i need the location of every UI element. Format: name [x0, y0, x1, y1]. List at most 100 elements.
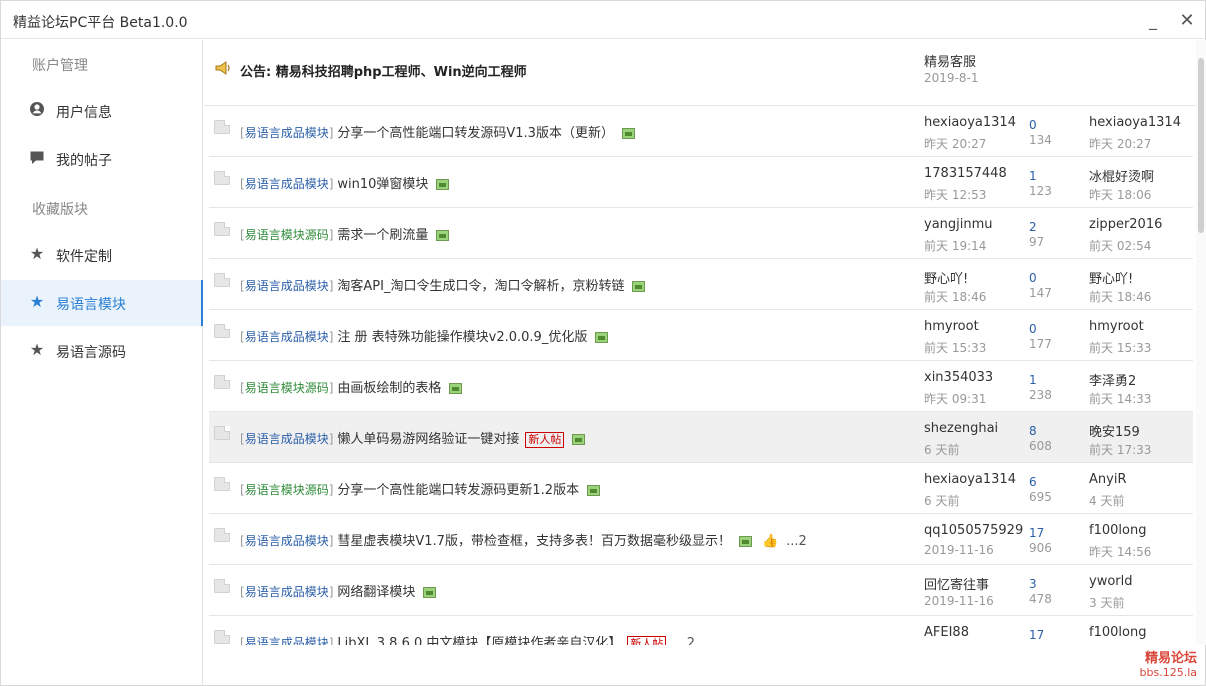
image-attachment-icon	[423, 587, 437, 598]
post-row[interactable]: [易语言模块源码] 分享一个高性能端口转发源码更新1.2版本 hexiaoya131…	[209, 463, 1193, 514]
post-row[interactable]: [易语言模块源码] 需求一个刷流量 yangjinmu 前天 19:14 2 97 zipp…	[209, 208, 1193, 259]
minimize-button[interactable]: _	[1141, 9, 1165, 33]
announcement-text: 公告: 精易科技招聘php工程师、Win逆向工程师	[240, 65, 527, 80]
post-category-link[interactable]: 易语言模块源码	[245, 381, 329, 395]
page-link[interactable]: ...2	[674, 636, 695, 645]
last-reply-user[interactable]: f100long	[1089, 523, 1146, 538]
post-row[interactable]: [易语言成品模块] 懒人单码易游网络验证一键对接 新人帖 shezenghai 6 天前…	[209, 412, 1193, 463]
image-attachment-icon	[621, 128, 635, 139]
scrollbar-thumb[interactable]	[1198, 58, 1204, 233]
post-row[interactable]: [易语言成品模块] 分享一个高性能端口转发源码V1.3版本（更新） hexiaoya…	[209, 106, 1193, 157]
post-author[interactable]: 回忆寄往事	[924, 574, 989, 593]
document-icon	[214, 375, 230, 389]
view-count: 147	[1029, 286, 1052, 300]
sidebar-item-my-posts[interactable]: 我的帖子	[1, 136, 203, 182]
post-row[interactable]: [易语言成品模块] 淘客API_淘口令生成口令，淘口令解析，京粉转链 野心吖! 前天 …	[209, 259, 1193, 310]
post-author[interactable]: 1783157448	[924, 166, 1007, 181]
post-title-link[interactable]: 淘客API_淘口令生成口令，淘口令解析，京粉转链	[337, 279, 624, 294]
post-author[interactable]: yangjinmu	[924, 217, 993, 232]
last-reply-time: 昨天 14:56	[1089, 545, 1152, 559]
post-category-link[interactable]: 易语言模块源码	[245, 228, 329, 242]
last-reply-user[interactable]: hexiaoya1314	[1089, 115, 1181, 130]
reply-count: 0	[1029, 322, 1037, 336]
post-row[interactable]: [易语言成品模块] 彗星虚表模块V1.7版，带检查框，支持多表！百万数据毫秒级显示…	[209, 514, 1193, 565]
view-count: 123	[1029, 184, 1052, 198]
post-category-link[interactable]: 易语言成品模块	[245, 534, 329, 548]
last-reply-user[interactable]: 李泽勇2	[1089, 370, 1136, 389]
view-count: 906	[1029, 541, 1052, 555]
last-reply-time: 4 天前	[1089, 494, 1125, 508]
close-button[interactable]: ✕	[1175, 9, 1199, 33]
last-reply-user[interactable]: yworld	[1089, 574, 1133, 589]
image-attachment-icon	[436, 179, 450, 190]
post-title-link[interactable]: LibXL 3.8.6.0 中文模块【原模块作者亲自汉化】	[337, 636, 621, 645]
post-author[interactable]: shezenghai	[924, 421, 998, 436]
sidebar-item-e-source[interactable]: ★ 易语言源码	[1, 328, 203, 374]
document-icon	[214, 324, 230, 338]
last-reply-user[interactable]: 冰棍好烫啊	[1089, 166, 1154, 185]
post-title-link[interactable]: 注 册 表特殊功能操作模块v2.0.0.9_优化版	[337, 330, 587, 345]
post-author[interactable]: 野心吖!	[924, 268, 968, 287]
sidebar-item-e-modules[interactable]: ★ 易语言模块	[1, 280, 203, 326]
post-row[interactable]: [易语言成品模块] 注 册 表特殊功能操作模块v2.0.0.9_优化版 hmyroo…	[209, 310, 1193, 361]
view-count: 97	[1029, 235, 1045, 249]
post-row[interactable]: [易语言模块源码] 由画板绘制的表格 xin354033 昨天 09:31 1 238 李泽…	[209, 361, 1193, 412]
post-title-link[interactable]: 分享一个高性能端口转发源码更新1.2版本	[337, 483, 579, 498]
last-reply-user[interactable]: 野心吖!	[1089, 268, 1133, 287]
image-attachment-icon	[595, 332, 609, 343]
sidebar-item-user-info[interactable]: 用户信息	[1, 88, 203, 134]
post-category-link[interactable]: 易语言成品模块	[245, 636, 329, 645]
view-count: 478	[1029, 592, 1052, 606]
post-date: 6 天前	[924, 443, 960, 457]
post-title-link[interactable]: 懒人单码易游网络验证一键对接	[337, 432, 519, 447]
view-count: 608	[1029, 439, 1052, 453]
post-title-line: [易语言成品模块] 懒人单码易游网络验证一键对接 新人帖	[240, 428, 586, 448]
post-row[interactable]: [易语言成品模块] win10弹窗模块 1783157448 昨天 12:53 1 123…	[209, 157, 1193, 208]
vertical-scrollbar[interactable]	[1196, 40, 1206, 645]
post-category-link[interactable]: 易语言成品模块	[245, 177, 329, 191]
post-title-link[interactable]: 分享一个高性能端口转发源码V1.3版本（更新）	[337, 126, 614, 141]
last-reply-user[interactable]: f100long	[1089, 625, 1146, 640]
image-attachment-icon	[632, 281, 646, 292]
post-title-link[interactable]: 由画板绘制的表格	[337, 381, 441, 396]
reply-count: 0	[1029, 271, 1037, 285]
post-row[interactable]: [易语言成品模块] 网络翻译模块 回忆寄往事 2019-11-16 3 478 yworld…	[209, 565, 1193, 616]
post-category-link[interactable]: 易语言成品模块	[245, 432, 329, 446]
post-author[interactable]: hexiaoya1314	[924, 115, 1016, 130]
last-reply-user[interactable]: AnyiR	[1089, 472, 1126, 487]
page-link[interactable]: ...2	[786, 534, 807, 549]
sidebar-item-label: 软件定制	[56, 249, 112, 265]
image-attachment-icon	[449, 383, 463, 394]
star-icon: ★	[29, 340, 45, 359]
announcement-author[interactable]: 精易客服	[924, 51, 976, 70]
post-category-link[interactable]: 易语言成品模块	[245, 279, 329, 293]
post-title-link[interactable]: 需求一个刷流量	[337, 228, 428, 243]
last-reply-user[interactable]: hmyroot	[1089, 319, 1144, 334]
post-author[interactable]: qq1050575929	[924, 523, 1023, 538]
section-header-favorites: 收藏版块	[32, 202, 88, 218]
post-date: 前天 19:14	[924, 239, 987, 253]
reply-count: 8	[1029, 424, 1037, 438]
post-title-link[interactable]: 网络翻译模块	[337, 585, 415, 600]
post-title-link[interactable]: win10弹窗模块	[337, 177, 428, 192]
announcement[interactable]: 公告: 精易科技招聘php工程师、Win逆向工程师 精易客服 2019-8-1	[204, 40, 1196, 106]
post-category-link[interactable]: 易语言成品模块	[245, 330, 329, 344]
post-author[interactable]: hmyroot	[924, 319, 979, 334]
post-author[interactable]: xin354033	[924, 370, 993, 385]
document-icon	[214, 222, 230, 236]
post-title-link[interactable]: 彗星虚表模块V1.7版，带检查框，支持多表！百万数据毫秒级显示！	[337, 534, 731, 549]
document-icon	[214, 273, 230, 287]
post-row[interactable]: [易语言成品模块] LibXL 3.8.6.0 中文模块【原模块作者亲自汉化】 新人…	[209, 616, 1193, 645]
last-reply-time: 前天 15:33	[1089, 341, 1152, 355]
post-category-link[interactable]: 易语言成品模块	[245, 126, 329, 140]
last-reply-user[interactable]: 晚安159	[1089, 421, 1140, 440]
sidebar-item-software-custom[interactable]: ★ 软件定制	[1, 232, 203, 278]
document-icon	[214, 630, 230, 644]
sidebar-item-label: 我的帖子	[56, 153, 112, 169]
post-list-panel: 公告: 精易科技招聘php工程师、Win逆向工程师 精易客服 2019-8-1 …	[204, 40, 1196, 645]
post-category-link[interactable]: 易语言成品模块	[245, 585, 329, 599]
last-reply-user[interactable]: zipper2016	[1089, 217, 1162, 232]
post-author[interactable]: hexiaoya1314	[924, 472, 1016, 487]
post-author[interactable]: AFEI88	[924, 625, 969, 640]
post-category-link[interactable]: 易语言模块源码	[245, 483, 329, 497]
